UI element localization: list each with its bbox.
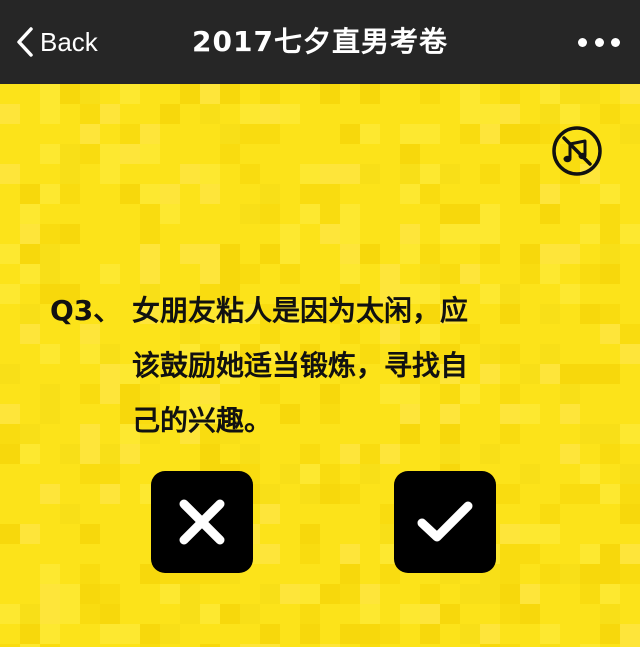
nav-bar: Back 2017七夕直男考卷 — [0, 0, 640, 84]
more-dots-icon — [611, 37, 620, 47]
more-dots-icon — [578, 37, 587, 47]
question-line: 己的兴趣。 — [132, 404, 273, 437]
cross-icon — [179, 499, 225, 545]
music-toggle-button[interactable] — [551, 125, 603, 177]
question-line: 该鼓励她适当锻炼，寻找自 — [132, 349, 469, 382]
back-label: Back — [40, 26, 98, 57]
chevron-left-icon — [17, 27, 33, 57]
quiz-area: Q3、 女朋友粘人是因为太闲，应 该鼓励她适当锻炼，寻找自 己的兴趣。 — [0, 84, 640, 647]
question-number: Q3、 — [50, 294, 122, 327]
false-answer-button[interactable] — [151, 471, 253, 573]
check-icon — [417, 501, 473, 542]
back-button[interactable]: Back — [16, 22, 98, 62]
question-line: 女朋友粘人是因为太闲，应 — [132, 294, 469, 327]
music-off-icon — [552, 126, 602, 176]
true-answer-button[interactable] — [394, 471, 496, 573]
more-options-button[interactable] — [578, 28, 620, 56]
more-dots-icon — [594, 37, 604, 47]
